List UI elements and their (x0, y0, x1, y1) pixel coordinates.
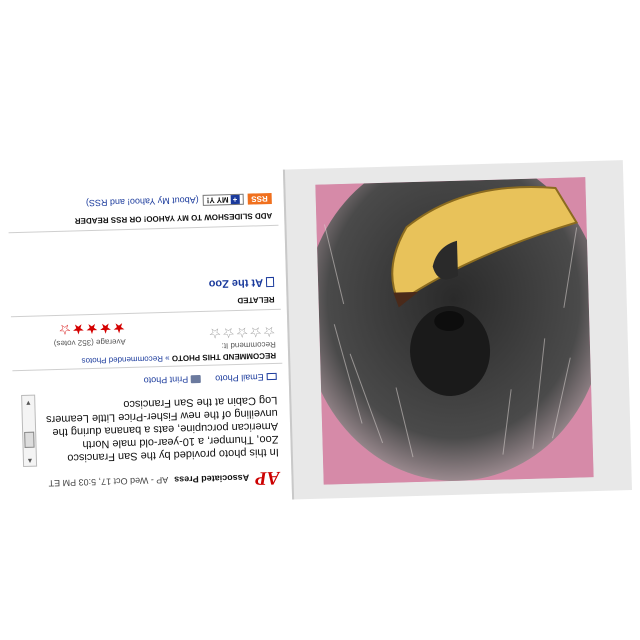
byline-meta: AP - Wed Oct 17, 5:03 PM ET (48, 474, 169, 489)
slideshow-icon (265, 276, 275, 288)
photo-caption: In this photo provided by the San Franci… (45, 393, 279, 464)
scroll-down-icon[interactable]: ▼ (22, 396, 34, 408)
recommended-photos-link[interactable]: » Recommended Photos (81, 354, 169, 365)
source-name: Associated Press (174, 472, 250, 485)
email-photo-link[interactable]: Email Photo (215, 372, 277, 384)
flipped-screenshot: AP Associated Press AP - Wed Oct 17, 5:0… (0, 0, 640, 640)
email-photo-label: Email Photo (215, 372, 264, 384)
photo-viewer: AP Associated Press AP - Wed Oct 17, 5:0… (0, 160, 632, 508)
recommend-title-text: RECOMMEND THIS PHOTO (171, 350, 277, 363)
divider (8, 224, 279, 234)
printer-icon (191, 374, 202, 384)
rss-button[interactable]: RSS (247, 192, 272, 205)
scroll-up-icon[interactable]: ▲ (24, 454, 36, 466)
my-yahoo-button[interactable]: + MY Y! (202, 193, 244, 206)
add-slideshow-title: ADD SLIDESHOW TO MY YAHOO! OR RSS READER (74, 210, 273, 226)
print-photo-link[interactable]: Print Photo (144, 374, 202, 386)
photo-info-panel: AP Associated Press AP - Wed Oct 17, 5:0… (1, 169, 287, 508)
photo-actions: Email Photo Print Photo (144, 372, 277, 386)
related-link-label: At the Zoo (208, 276, 264, 290)
plus-icon: + (230, 194, 240, 205)
photo-pane (282, 160, 632, 500)
user-rating-stars[interactable]: ☆☆☆☆☆ (207, 323, 275, 342)
porcupine-illustration (315, 177, 594, 485)
porcupine-photo[interactable] (315, 177, 594, 485)
feed-buttons: RSS + MY Y! (About My Yahoo! and RSS) (86, 192, 272, 209)
related-at-the-zoo-link[interactable]: At the Zoo (209, 276, 275, 290)
average-rating-stars: ★★★★☆ (57, 320, 126, 338)
mail-icon (266, 373, 277, 381)
scroll-thumb[interactable] (24, 431, 35, 448)
related-title: RELATED (237, 294, 275, 305)
print-photo-label: Print Photo (143, 374, 189, 386)
my-yahoo-label: MY Y! (206, 195, 229, 205)
about-my-yahoo-link[interactable]: (About My Yahoo! and RSS) (86, 195, 199, 208)
byline: AP Associated Press AP - Wed Oct 17, 5:0… (19, 466, 280, 495)
caption-scrollbar[interactable]: ▲ ▼ (21, 394, 38, 467)
ap-logo: AP (254, 466, 280, 489)
